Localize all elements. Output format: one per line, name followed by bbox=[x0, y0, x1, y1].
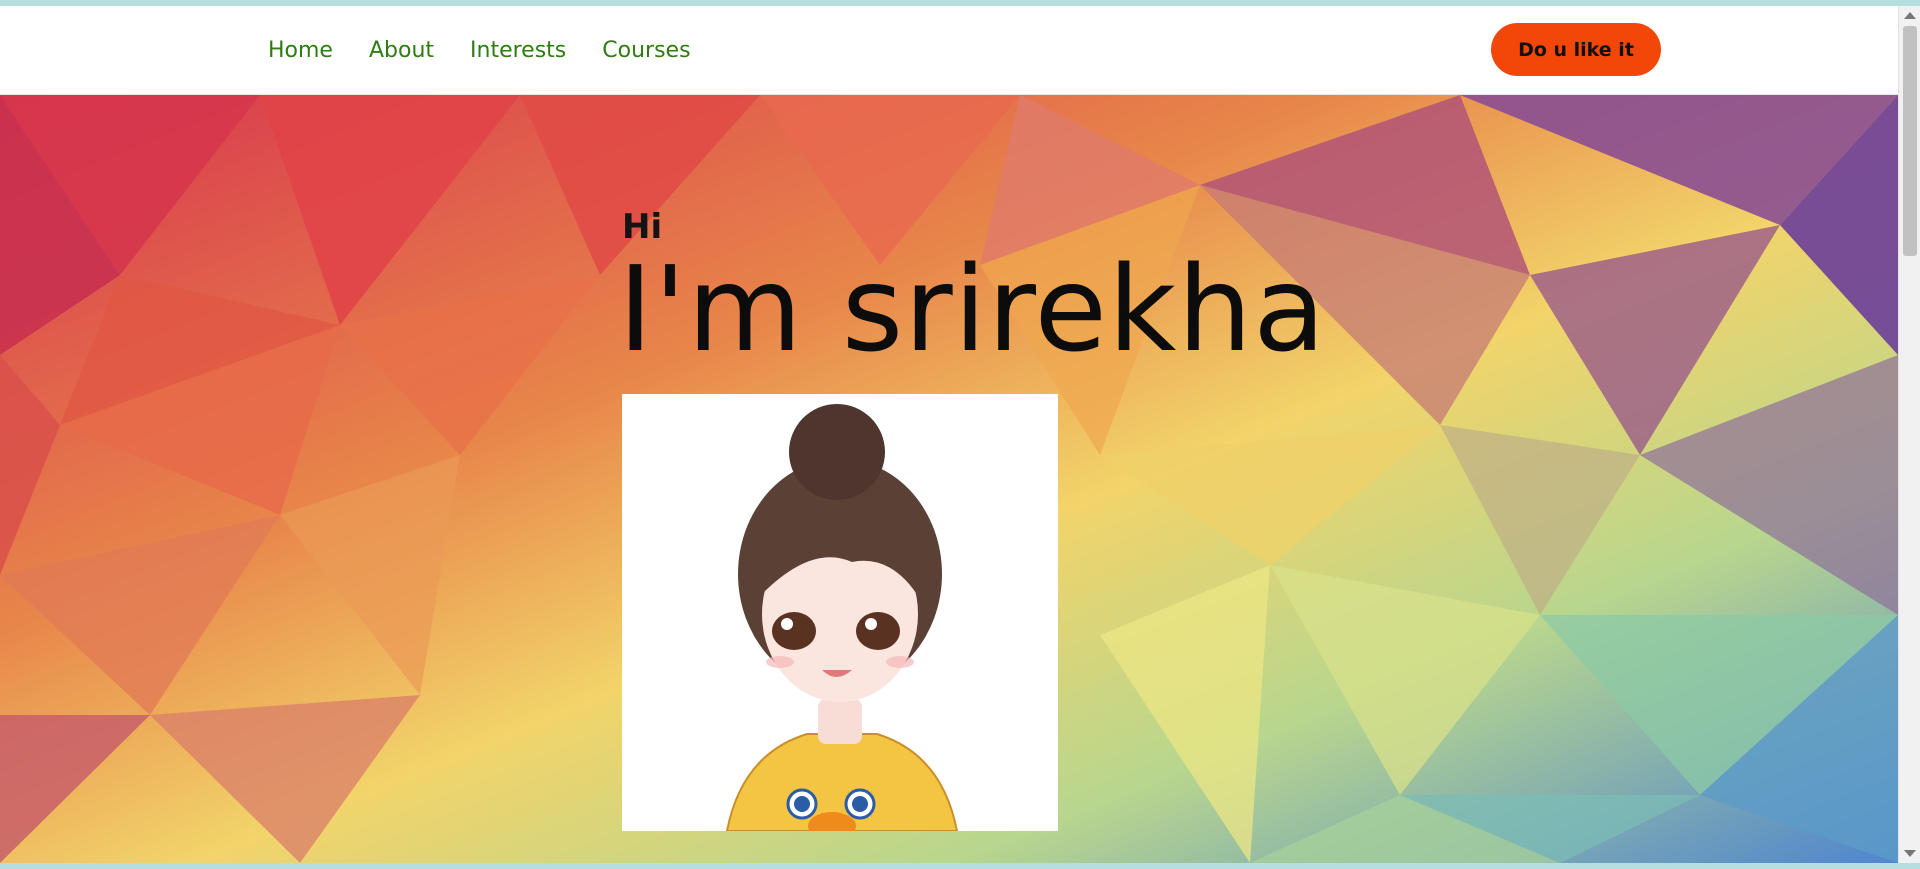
window-bottom-strip bbox=[0, 863, 1920, 869]
navbar: Home About Interests Courses Do u like i… bbox=[0, 6, 1898, 95]
hero-name-heading: I'm srirekha bbox=[618, 240, 1327, 378]
page: Home About Interests Courses Do u like i… bbox=[0, 6, 1898, 863]
vertical-scrollbar[interactable] bbox=[1898, 6, 1920, 863]
nav-links: Home About Interests Courses bbox=[268, 38, 691, 63]
avatar bbox=[622, 394, 1058, 831]
nav-link-interests[interactable]: Interests bbox=[470, 38, 566, 63]
scrollbar-thumb[interactable] bbox=[1903, 26, 1917, 256]
avatar-illustration bbox=[622, 394, 1058, 831]
nav-link-about[interactable]: About bbox=[369, 38, 434, 63]
scroll-up-arrow-icon[interactable] bbox=[1904, 12, 1916, 19]
scroll-down-arrow-icon[interactable] bbox=[1904, 850, 1916, 857]
hero-section: Hi I'm srirekha bbox=[0, 95, 1898, 863]
nav-link-courses[interactable]: Courses bbox=[602, 38, 690, 63]
do-u-like-it-button[interactable]: Do u like it bbox=[1491, 23, 1661, 76]
nav-link-home[interactable]: Home bbox=[268, 38, 333, 63]
